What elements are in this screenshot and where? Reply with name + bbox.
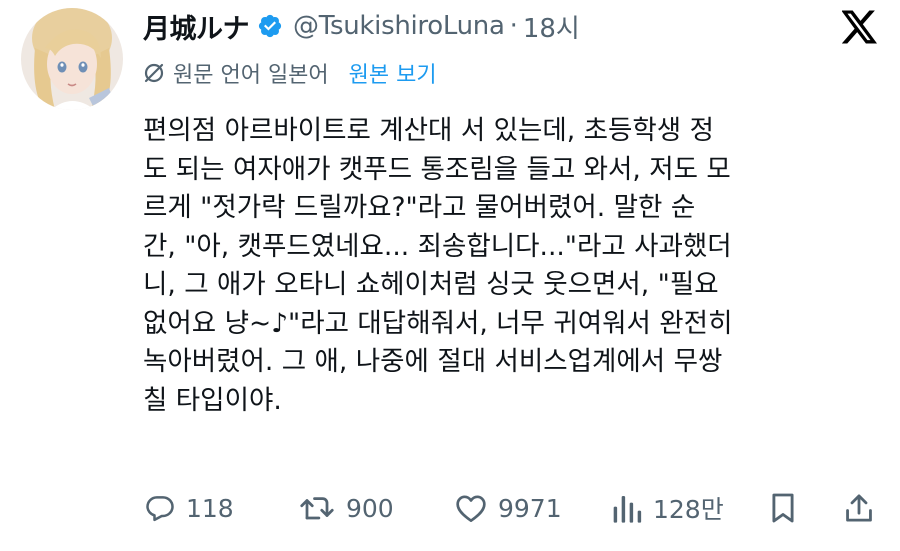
views-chart-icon <box>612 492 642 524</box>
display-name[interactable]: 月城ルナ <box>143 7 250 46</box>
header-separator: · <box>509 11 518 41</box>
tweet-text-line: 칠 타입이야. <box>143 384 282 416</box>
like-count: 9971 <box>498 493 562 523</box>
author-handle[interactable]: @TsukishiroLuna <box>293 11 505 41</box>
tweet-text-line: 없어요 냥~♪"라고 대답해줘서, 너무 귀여워서 완전히 <box>143 307 733 339</box>
repost-button[interactable]: 900 <box>299 486 394 530</box>
repost-icon <box>299 493 335 523</box>
show-original-link[interactable]: 원본 보기 <box>349 57 437 89</box>
tweet-text-line: 니, 그 애가 오타니 쇼헤이처럼 싱긋 웃으면서, "필요 <box>143 269 719 300</box>
tweet-text-line: 녹아버렸어. 그 애, 나중에 절대 서비스업계에서 무쌍 <box>143 346 723 377</box>
reply-count: 118 <box>186 493 234 523</box>
tweet-text-line: 도 되는 여자애가 캣푸드 통조림을 들고 와서, 저도 모 <box>143 153 731 185</box>
share-icon <box>845 492 873 524</box>
translate-icon <box>143 62 165 84</box>
share-button[interactable] <box>845 486 873 530</box>
timestamp[interactable]: 18시 <box>523 8 580 45</box>
like-button[interactable]: 9971 <box>455 486 562 530</box>
translation-label: 원문 언어 일본어 <box>173 63 329 88</box>
bookmark-icon <box>770 492 796 524</box>
action-bar: 118 900 9971 128만 <box>145 486 880 530</box>
tweet-card: 月城ルナ @TsukishiroLuna · 18시 원문 언어 일본어 원본 … <box>0 0 900 551</box>
tweet-header: 月城ルナ @TsukishiroLuna · 18시 <box>143 6 580 46</box>
bookmark-button[interactable] <box>770 486 796 530</box>
translation-notice: 원문 언어 일본어 원본 보기 <box>143 55 437 91</box>
tweet-text: 편의점 아르바이트로 계산대 서 있는데, 초등학생 정 도 되는 여자애가 캣… <box>143 112 863 420</box>
x-logo-icon[interactable] <box>841 10 878 44</box>
tweet-text-line: 간, "아, 캣푸드였네요... 죄송합니다..."라고 사과했더 <box>143 230 732 262</box>
views-count: 128만 <box>653 495 724 524</box>
verified-badge-icon <box>257 13 283 39</box>
avatar-image <box>21 8 123 110</box>
avatar[interactable] <box>21 8 123 110</box>
heart-icon <box>455 493 487 523</box>
reply-icon <box>145 493 175 523</box>
tweet-text-line: 르게 "젓가락 드릴까요?"라고 물어버렸어. 말한 순 <box>143 192 696 223</box>
tweet-text-line: 편의점 아르바이트로 계산대 서 있는데, 초등학생 정 <box>143 115 714 146</box>
repost-count: 900 <box>346 493 394 523</box>
views-button[interactable]: 128만 <box>612 486 724 530</box>
reply-button[interactable]: 118 <box>145 486 234 530</box>
